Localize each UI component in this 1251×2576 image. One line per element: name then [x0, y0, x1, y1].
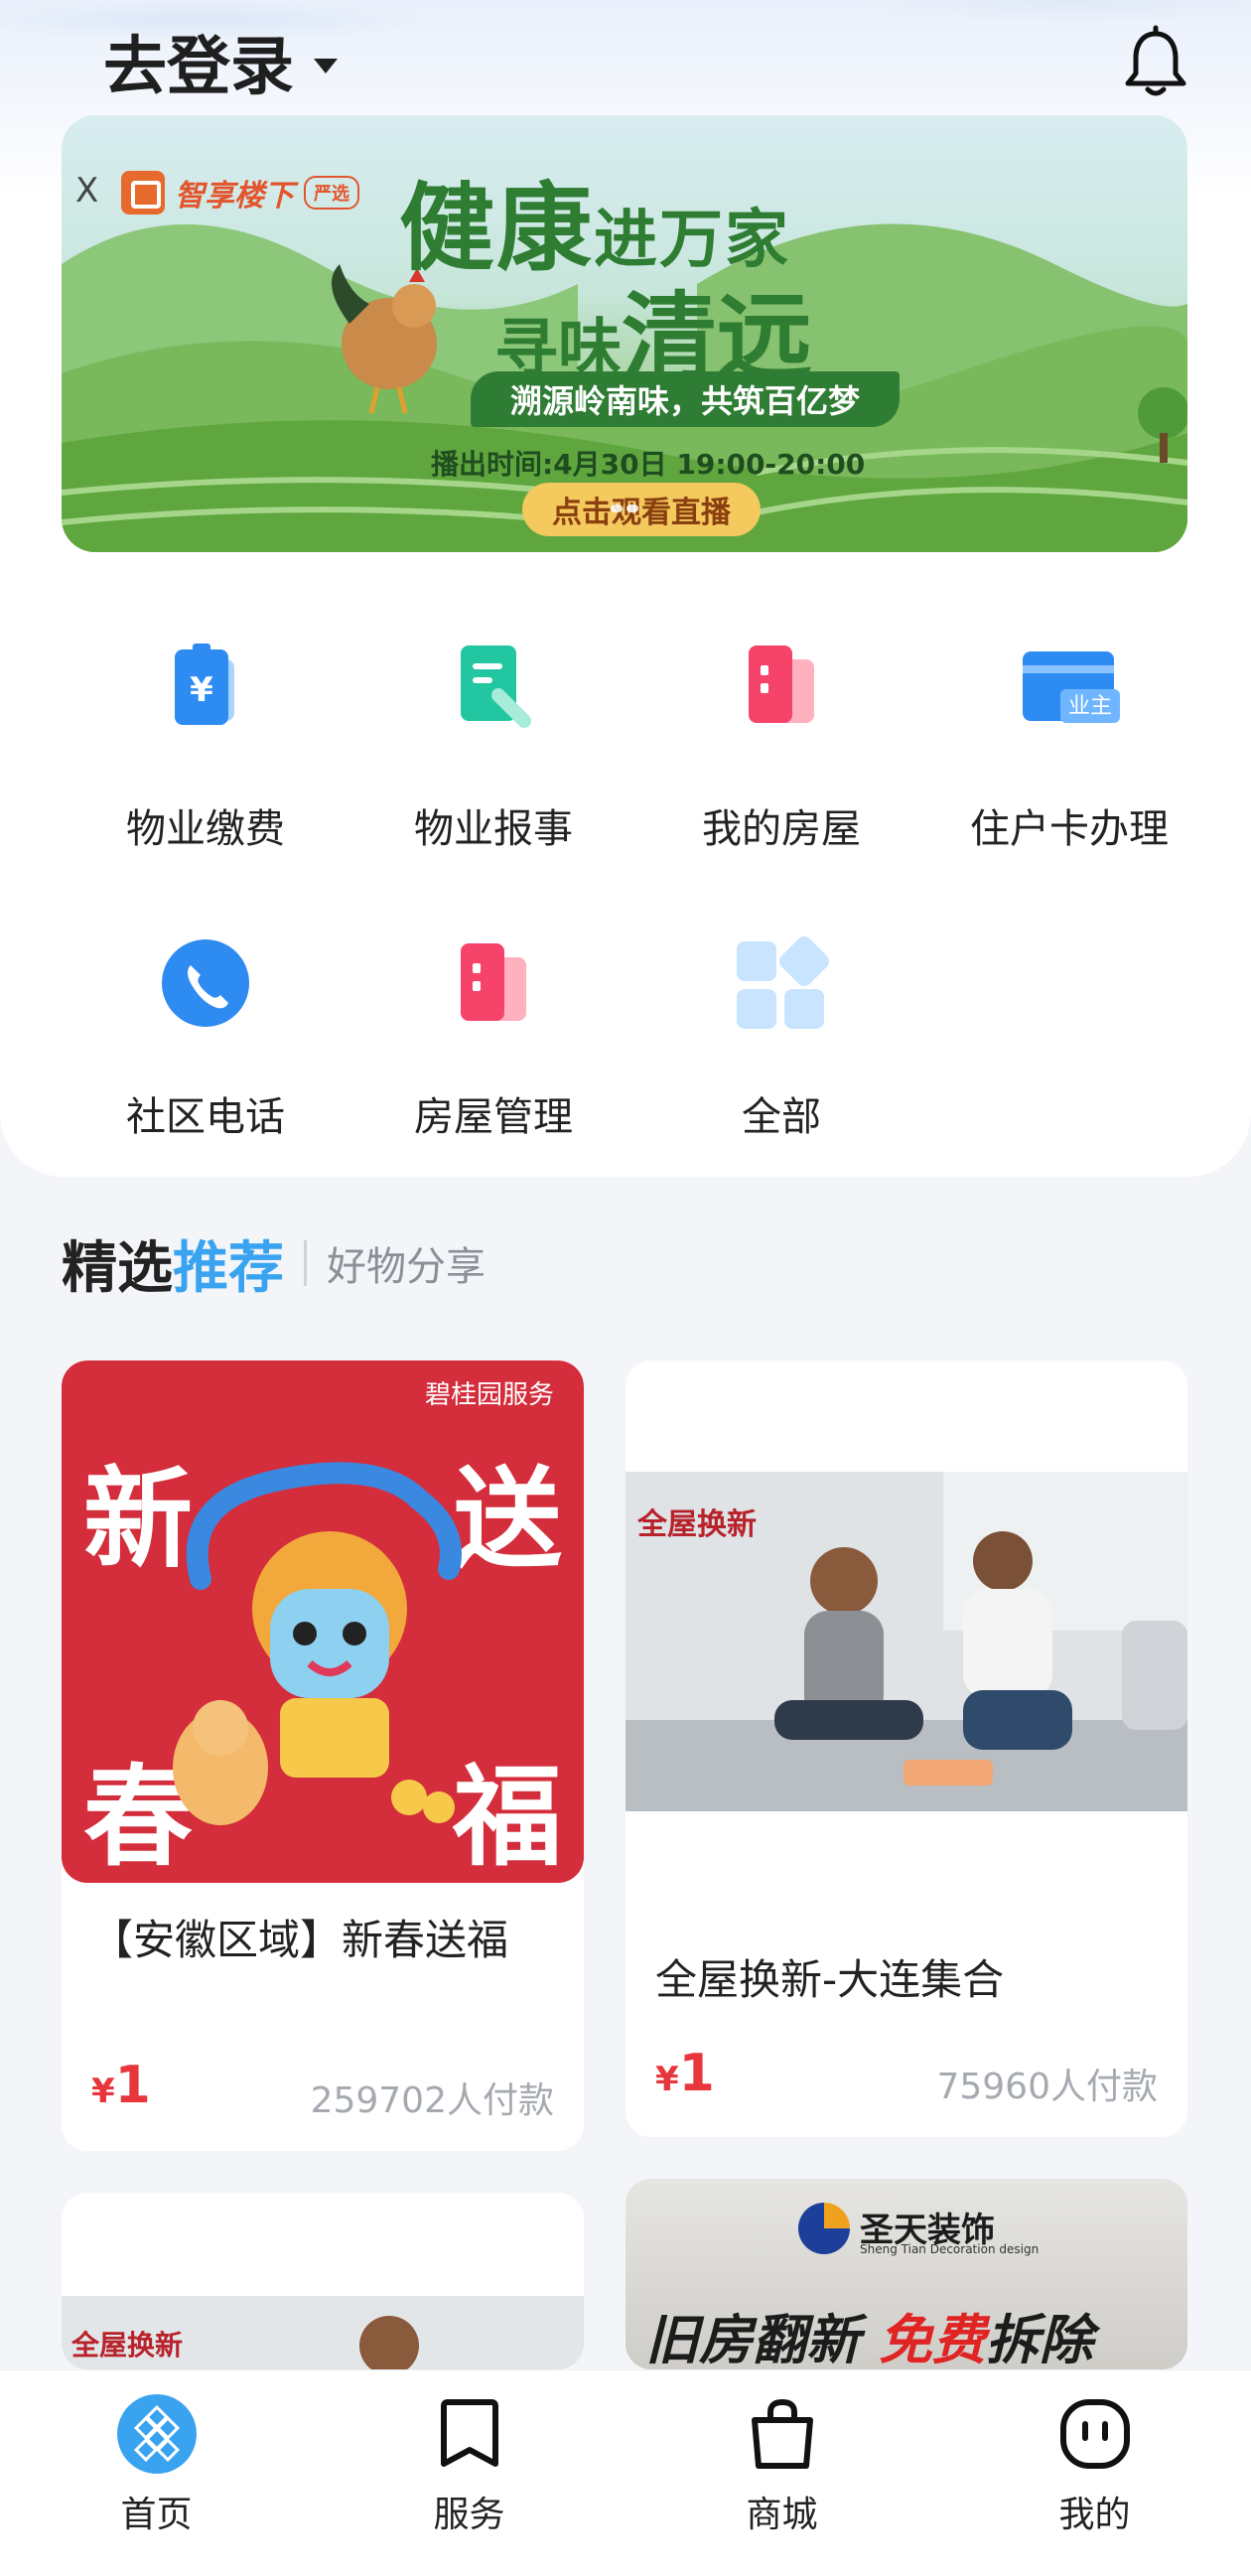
report-icon [461, 645, 531, 728]
resident-card-icon: 业主 [1023, 651, 1120, 723]
login-dropdown[interactable]: 去登录 [103, 22, 338, 104]
service-label: 住户卡办理 [970, 806, 1169, 852]
brand-tag: 严选 [304, 176, 359, 210]
bell-icon[interactable] [1116, 24, 1195, 103]
service-house-management[interactable]: 房屋管理 [349, 914, 637, 1142]
wallet-icon: ¥ [175, 644, 234, 725]
watch-live-button[interactable]: 点击观看直播 [522, 483, 761, 536]
service-community-phone[interactable]: 社区电话 [62, 914, 349, 1142]
building-icon [749, 645, 814, 723]
product-card[interactable]: 碧桂园服务 新 送 春 福 【安徽区域】新春送福 ¥1 259702人付款 [62, 1360, 584, 2151]
home-logo-icon [116, 2394, 197, 2474]
building-manage-icon [461, 943, 526, 1021]
price-value: 1 [678, 2044, 715, 2103]
caret-down-icon [314, 58, 338, 73]
image-slogan: 旧房翻新 免费拆除 [645, 2296, 1093, 2369]
product-title: 全屋换新-大连集合 [655, 1955, 1005, 2004]
brand-logo-icon [121, 171, 165, 215]
tab-label: 我的 [1058, 2495, 1131, 2535]
product-price: ¥1 [655, 2044, 715, 2103]
product-card[interactable]: 全屋换新 [62, 2193, 584, 2369]
svg-text:¥: ¥ [190, 670, 213, 710]
tab-label: 商城 [746, 2495, 818, 2535]
product-price: ¥1 [91, 2056, 151, 2115]
paid-count: 259702人付款 [310, 2080, 554, 2121]
service-label: 我的房屋 [702, 806, 861, 852]
banner-ribbon: 溯源岭南味，共筑百亿梦 [471, 371, 901, 427]
product-image-text: 全屋换新 [637, 1507, 757, 1542]
product-image-brand: 碧桂园服务 [424, 1380, 554, 1410]
phone-icon [162, 939, 249, 1027]
resident-badge: 业主 [1068, 694, 1112, 719]
product-card[interactable]: 圣天装饰 Sheng Tian Decoration design 旧房翻新 免… [626, 2179, 1187, 2369]
price-value: 1 [114, 2056, 151, 2115]
product-image: 全屋换新 [626, 1472, 1187, 1811]
service-label: 物业缴费 [126, 806, 285, 852]
product-image-text: 全屋换新 [71, 2329, 184, 2361]
bottom-tab-bar: 首页 服务 商城 我的 [0, 2369, 1251, 2576]
live-banner[interactable]: X 智享楼下 严选 健康进万家 寻味清远 溯源岭南味，共筑百亿梦 播出时间:4月… [62, 115, 1187, 552]
image-brand-en: Sheng Tian Decoration design [860, 2242, 1040, 2256]
grid-icon [737, 936, 829, 1029]
login-label: 去登录 [103, 31, 294, 104]
service-label: 房屋管理 [414, 1094, 573, 1140]
brand-name: 智享楼下 [175, 179, 294, 214]
service-property-report[interactable]: 物业报事 [349, 616, 637, 852]
image-slogan-a: 旧房翻新 [645, 2309, 860, 2369]
shengtian-logo-icon [798, 2203, 850, 2254]
bookmark-icon [440, 2399, 498, 2467]
product-image: 全屋换新 [62, 2296, 584, 2369]
tab-mine[interactable]: 我的 [938, 2370, 1251, 2576]
shopping-bag-icon [751, 2398, 813, 2469]
tab-label: 服务 [433, 2495, 505, 2535]
section-divider [304, 1240, 307, 1286]
section-header: 精选 推荐 好物分享 [62, 1223, 486, 1303]
service-label: 社区电话 [126, 1094, 285, 1140]
image-slogan-b: 免费 [878, 2309, 986, 2369]
service-resident-card[interactable]: 业主 住户卡办理 [925, 616, 1213, 852]
tab-label: 首页 [120, 2495, 193, 2535]
currency-symbol: ¥ [91, 2072, 115, 2111]
product-image: 碧桂园服务 新 送 春 福 [62, 1360, 584, 1883]
service-all[interactable]: 全部 [637, 914, 925, 1142]
section-title-a: 精选 [62, 1235, 173, 1301]
smile-face-icon [1059, 2399, 1130, 2469]
service-label: 全部 [742, 1094, 821, 1140]
product-title: 【安徽区域】新春送福 [91, 1916, 509, 1964]
paid-count: 75960人付款 [936, 2067, 1158, 2107]
service-label: 物业报事 [414, 806, 573, 852]
currency-symbol: ¥ [655, 2060, 679, 2099]
tab-service[interactable]: 服务 [313, 2370, 626, 2576]
tab-mall[interactable]: 商城 [626, 2370, 938, 2576]
banner-time: 播出时间:4月30日 19:00-20:00 [431, 448, 866, 481]
image-slogan-c: 拆除 [985, 2309, 1093, 2369]
banner-close-button[interactable]: X [75, 171, 98, 211]
mascot-illustration [173, 1462, 462, 1825]
section-subtitle: 好物分享 [327, 1244, 486, 1290]
product-image: 圣天装饰 Sheng Tian Decoration design 旧房翻新 免… [626, 2179, 1187, 2369]
section-title-b: 推荐 [173, 1235, 284, 1301]
carousel-indicator [611, 504, 638, 512]
service-my-house[interactable]: 我的房屋 [637, 616, 925, 852]
banner-brand: 智享楼下 严选 [121, 171, 359, 215]
service-property-fee[interactable]: ¥ 物业缴费 [62, 616, 349, 852]
product-card[interactable]: 全屋换新 全屋换新-大连集合 ¥1 75960人付款 [626, 1360, 1187, 2137]
tab-home[interactable]: 首页 [0, 2370, 313, 2576]
